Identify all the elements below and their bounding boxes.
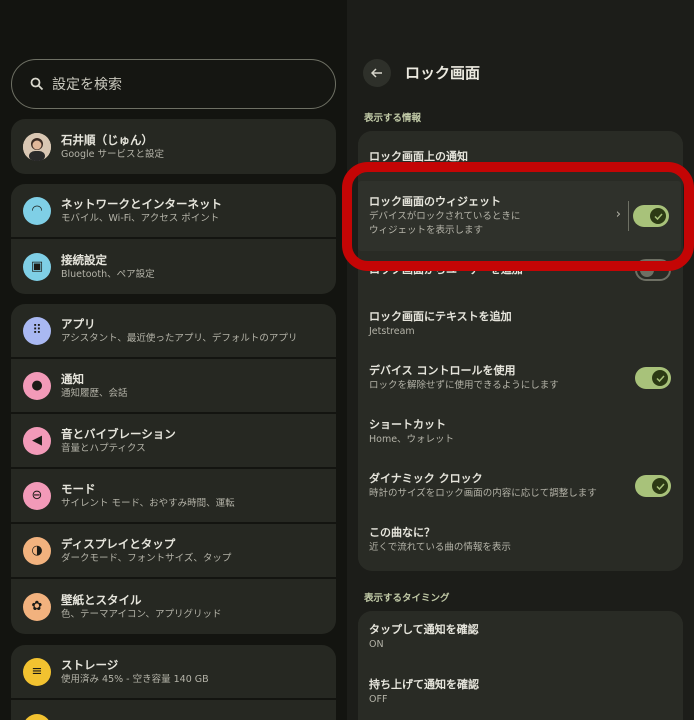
row-subtitle: Home、ウォレット — [369, 434, 455, 445]
account-subtitle: Google サービスと設定 — [61, 148, 165, 160]
avatar — [23, 132, 51, 161]
row-title: タップして通知を確認 — [369, 623, 479, 636]
lock-option-row[interactable]: この曲なに？ 近くで流れている曲の情報を表示 — [358, 514, 683, 566]
timing-option-row[interactable]: 持ち上げて通知を確認 OFF — [358, 666, 683, 718]
settings-item[interactable]: ◀ 音とバイブレーション 音量とハプティクス — [11, 414, 336, 469]
settings-item-subtitle: ダークモード、フォントサイズ、タップ — [61, 552, 232, 564]
lock-option-row[interactable]: ダイナミック クロック 時計のサイズをロック画面の内容に応じて調整します — [358, 460, 683, 512]
settings-list-panel: 設定を検索 石井順（じゅん） Google サービスと設定 ◠ ネットワークとイン… — [0, 0, 346, 720]
settings-item-subtitle: 使用済み 45% - 空き容量 140 GB — [61, 673, 209, 685]
row-title: この曲なに？ — [369, 526, 435, 539]
settings-item[interactable]: ✿ 壁紙とスタイル 色、テーマアイコン、アプリグリッド — [11, 579, 336, 634]
toggle-switch[interactable] — [635, 475, 671, 497]
settings-item[interactable]: ◑ ディスプレイとタップ ダークモード、フォントサイズ、タップ — [11, 524, 336, 579]
settings-item-subtitle: 通知履歴、会話 — [61, 387, 128, 399]
settings-item-subtitle: アシスタント、最近使ったアプリ、デフォルトのアプリ — [61, 332, 298, 344]
settings-item-subtitle: サイレント モード、おやすみ時間、運転 — [61, 497, 235, 509]
row-subtitle: ON — [369, 639, 384, 650]
back-button[interactable] — [363, 59, 391, 87]
apps-icon: ⠿ — [23, 316, 51, 345]
check-icon — [652, 478, 668, 494]
chevron-right-icon[interactable]: › — [616, 207, 621, 222]
connected-devices-icon: ▣ — [23, 252, 51, 281]
palette-icon: ✿ — [23, 592, 51, 621]
row-title: ロック画面のウィジェット — [369, 195, 501, 208]
row-subtitle: Jetstream — [369, 326, 415, 337]
settings-group-storage: ≡ ストレージ使用済み 45% - 空き容量 140 GB ≡データのバックアップま… — [11, 645, 336, 720]
settings-item[interactable]: ◠ ネットワークとインターネット モバイル、Wi-Fi、アクセス ポイント — [11, 184, 336, 239]
check-icon — [650, 208, 666, 224]
search-placeholder: 設定を検索 — [52, 77, 122, 93]
widgets-toggle[interactable] — [633, 205, 669, 227]
settings-group-apps: ⠿ アプリ アシスタント、最近使ったアプリ、デフォルトのアプリ ● 通知 通知履歴、会話 ◀… — [11, 304, 336, 634]
settings-item-subtitle: 音量とハプティクス — [61, 442, 146, 454]
settings-item-title: 音とバイブレーション — [61, 426, 176, 441]
display-icon: ◑ — [23, 536, 51, 565]
storage-icon: ≡ — [23, 657, 51, 686]
settings-item-title: ネットワークとインターネット — [61, 196, 222, 211]
row-subtitle: 近くで流れている曲の情報を表示 — [369, 542, 511, 553]
wifi-icon: ◠ — [23, 196, 51, 225]
settings-item[interactable]: ≡データのバックアップまたはコピー — [11, 700, 336, 720]
toggle-switch[interactable] — [635, 367, 671, 389]
check-icon — [652, 370, 668, 386]
lock-screen-widgets-row[interactable]: ロック画面のウィジェット デバイスがロックされているときに ウィジェットを表示し… — [358, 181, 681, 251]
settings-item-title: モード — [61, 481, 96, 496]
settings-item-title: アプリ — [61, 316, 96, 331]
search-settings-bar[interactable]: 設定を検索 — [11, 59, 336, 109]
settings-item-subtitle: Bluetooth、ペア設定 — [61, 268, 155, 280]
lock-option-row[interactable]: ロック画面にテキストを追加 Jetstream — [358, 298, 683, 350]
settings-item-title: ストレージ — [61, 657, 119, 672]
row-title: ショートカット — [369, 418, 446, 431]
lock-option-row[interactable]: ショートカット Home、ウォレット — [358, 406, 683, 458]
divider — [628, 201, 629, 231]
settings-item[interactable]: ▣ 接続設定 Bluetooth、ペア設定 — [11, 239, 336, 294]
timing-options-list: タップして通知を確認 ON 持ち上げて通知を確認 OFF — [358, 611, 683, 720]
section-header-display-info: 表示する情報 — [364, 113, 422, 124]
row-title: 持ち上げて通知を確認 — [369, 678, 479, 691]
settings-item[interactable]: ⊖ モード サイレント モード、おやすみ時間、運転 — [11, 469, 336, 524]
settings-item[interactable]: ≡ ストレージ 使用済み 45% - 空き容量 140 GB — [11, 645, 336, 700]
back-arrow-icon — [371, 68, 382, 78]
modes-icon: ⊖ — [23, 481, 51, 510]
row-title: ロック画面にテキストを追加 — [369, 310, 512, 323]
section-header-timing: 表示するタイミング — [364, 593, 450, 604]
timing-option-row[interactable]: タップして通知を確認 ON — [358, 611, 683, 663]
settings-item[interactable]: ⠿ アプリ アシスタント、最近使ったアプリ、デフォルトのアプリ — [11, 304, 336, 359]
settings-group-network: ◠ ネットワークとインターネット モバイル、Wi-Fi、アクセス ポイント ▣ 接続設定… — [11, 184, 336, 294]
settings-item-title: ディスプレイとタップ — [61, 536, 176, 551]
volume-icon: ◀ — [23, 426, 51, 455]
settings-item-title: 壁紙とスタイル — [61, 592, 142, 607]
row-subtitle: OFF — [369, 694, 388, 705]
settings-item-title: 接続設定 — [61, 252, 107, 267]
notifications-icon: ● — [23, 371, 51, 400]
search-icon — [30, 77, 44, 91]
settings-item[interactable]: ● 通知 通知履歴、会話 — [11, 359, 336, 414]
account-name: 石井順（じゅん） — [61, 132, 153, 147]
settings-item-title: 通知 — [61, 371, 84, 386]
backup-icon: ≡ — [23, 713, 51, 720]
settings-item-subtitle: モバイル、Wi-Fi、アクセス ポイント — [61, 212, 220, 224]
account-card[interactable]: 石井順（じゅん） Google サービスと設定 — [11, 119, 336, 174]
page-title: ロック画面 — [405, 64, 481, 82]
lock-screen-settings-panel: ロック画面 表示する情報 ロック画面上の通知 ロック画面からユーザーを追加 ロック画… — [347, 0, 694, 720]
settings-item-subtitle: 色、テーマアイコン、アプリグリッド — [61, 608, 222, 620]
lock-option-row[interactable]: デバイス コントロールを使用 ロックを解除せずに使用できるようにします — [358, 352, 683, 404]
